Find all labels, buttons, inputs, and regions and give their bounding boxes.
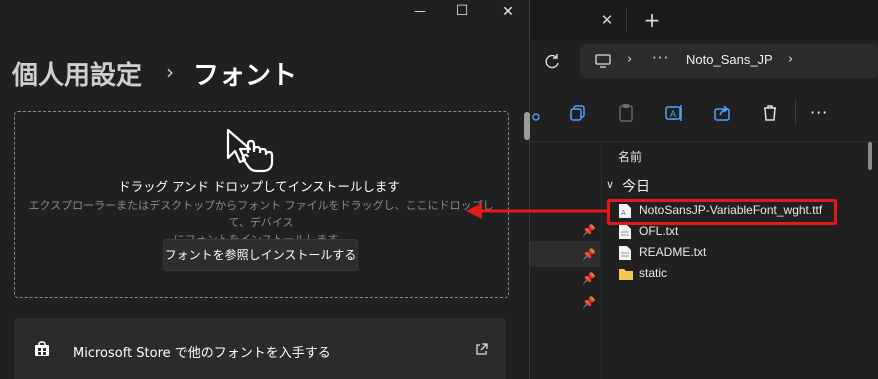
share-icon[interactable] (712, 103, 732, 123)
text-file-icon (619, 246, 631, 260)
settings-window: — ☐ ✕ 個人用設定 › フォント ドラッグ アンド ドロップしてインストール… (0, 0, 530, 379)
chevron-right-icon[interactable]: › (788, 52, 793, 67)
delete-icon[interactable] (760, 103, 780, 123)
address-folder-segment[interactable]: Noto_Sans_JP (686, 52, 773, 67)
address-overflow-button[interactable]: ··· (652, 49, 669, 67)
file-list-scrollbar[interactable] (866, 142, 874, 379)
pin-icon[interactable]: 📌 (582, 296, 596, 309)
pin-icon[interactable]: 📌 (582, 248, 596, 261)
browse-and-install-font-button[interactable]: フォントを参照しインストールする (163, 239, 358, 271)
chevron-right-icon[interactable]: › (627, 52, 632, 67)
text-file-icon (619, 225, 631, 239)
more-options-button[interactable]: ··· (810, 103, 828, 122)
rename-icon[interactable]: A (664, 103, 684, 123)
annotation-highlight-box (607, 199, 837, 225)
group-header-today[interactable]: 今日 (622, 176, 650, 196)
svg-text:A: A (670, 109, 676, 119)
file-name: static (639, 266, 668, 280)
maximize-button[interactable]: ☐ (452, 3, 472, 23)
chevron-down-icon[interactable]: ∨ (606, 178, 614, 191)
drag-hand-cursor-icon (226, 128, 274, 173)
paste-icon[interactable] (616, 103, 636, 123)
toolbar-divider (795, 100, 796, 124)
store-icon (35, 341, 49, 356)
microsoft-store-link-label: Microsoft Store で他のフォントを入手する (73, 346, 331, 361)
column-header-name[interactable]: 名前 (618, 148, 642, 165)
file-name: README.txt (639, 245, 707, 259)
tab-close-button[interactable]: ✕ (597, 10, 617, 30)
annotation-arrow-icon (466, 203, 610, 219)
refresh-icon[interactable] (542, 52, 562, 72)
tab-divider (626, 8, 627, 32)
minimize-button[interactable]: — (410, 4, 430, 24)
folder-icon (619, 269, 633, 280)
close-button[interactable]: ✕ (498, 4, 518, 24)
breadcrumb-parent[interactable]: 個人用設定 (12, 55, 142, 91)
new-tab-button[interactable]: + (642, 10, 662, 30)
copy-icon[interactable] (568, 103, 588, 123)
pin-icon[interactable]: 📌 (582, 224, 596, 237)
external-link-icon (476, 343, 488, 355)
settings-scrollbar-thumb[interactable] (524, 112, 530, 140)
computer-icon (595, 54, 611, 68)
file-name: OFL.txt (639, 224, 679, 238)
drop-zone-title: ドラッグ アンド ドロップしてインストールします (118, 179, 400, 194)
scrollbar-thumb[interactable] (868, 142, 872, 170)
page-title: フォント (193, 61, 298, 91)
pin-icon[interactable]: 📌 (582, 272, 596, 285)
breadcrumb-separator: › (166, 60, 174, 84)
drop-zone-description-line: エクスプローラーまたはデスクトップからフォント ファイルをドラッグし、ここにドロ… (28, 199, 494, 229)
